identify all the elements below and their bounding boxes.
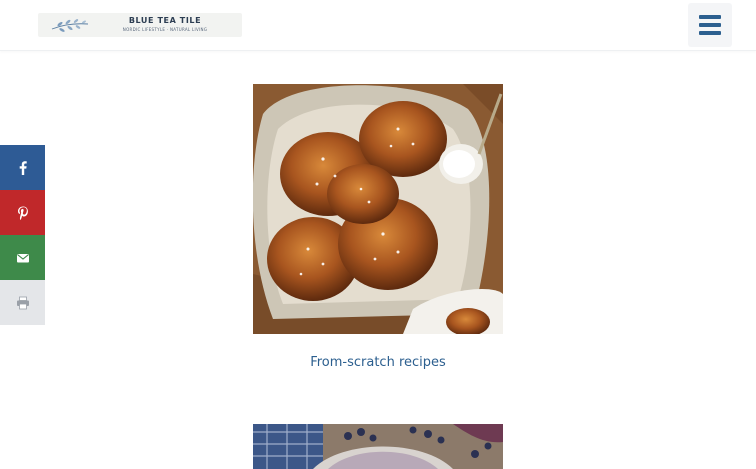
card-image-art: [253, 424, 503, 469]
pinterest-icon: [17, 206, 28, 220]
cardamom-buns-photo[interactable]: [253, 84, 503, 334]
hamburger-menu-icon-bar: [699, 15, 721, 19]
card-caption-link[interactable]: From-scratch recipes: [228, 355, 528, 370]
print-button[interactable]: [0, 280, 45, 325]
email-share-button[interactable]: [0, 235, 45, 280]
social-share-bar: [0, 145, 45, 325]
blueberry-photo[interactable]: [253, 424, 503, 469]
facebook-share-button[interactable]: [0, 145, 45, 190]
logo-title: BLUE TEA TILE: [128, 16, 202, 25]
logo-tagline: NORDIC LIFESTYLE · NATURAL LIVING: [122, 27, 208, 32]
print-icon: [16, 296, 29, 309]
email-icon: [16, 253, 29, 262]
site-header: BLUE TEA TILE NORDIC LIFESTYLE · NATURAL…: [0, 0, 756, 51]
pinterest-share-button[interactable]: [0, 190, 45, 235]
hamburger-menu-icon-bar: [699, 31, 721, 35]
facebook-icon: [19, 160, 27, 175]
sprig-icon: [51, 19, 89, 32]
menu-button[interactable]: [688, 3, 732, 47]
site-logo[interactable]: BLUE TEA TILE NORDIC LIFESTYLE · NATURAL…: [38, 13, 242, 37]
hamburger-menu-icon-bar: [699, 23, 721, 27]
card-image-art: [253, 84, 503, 334]
